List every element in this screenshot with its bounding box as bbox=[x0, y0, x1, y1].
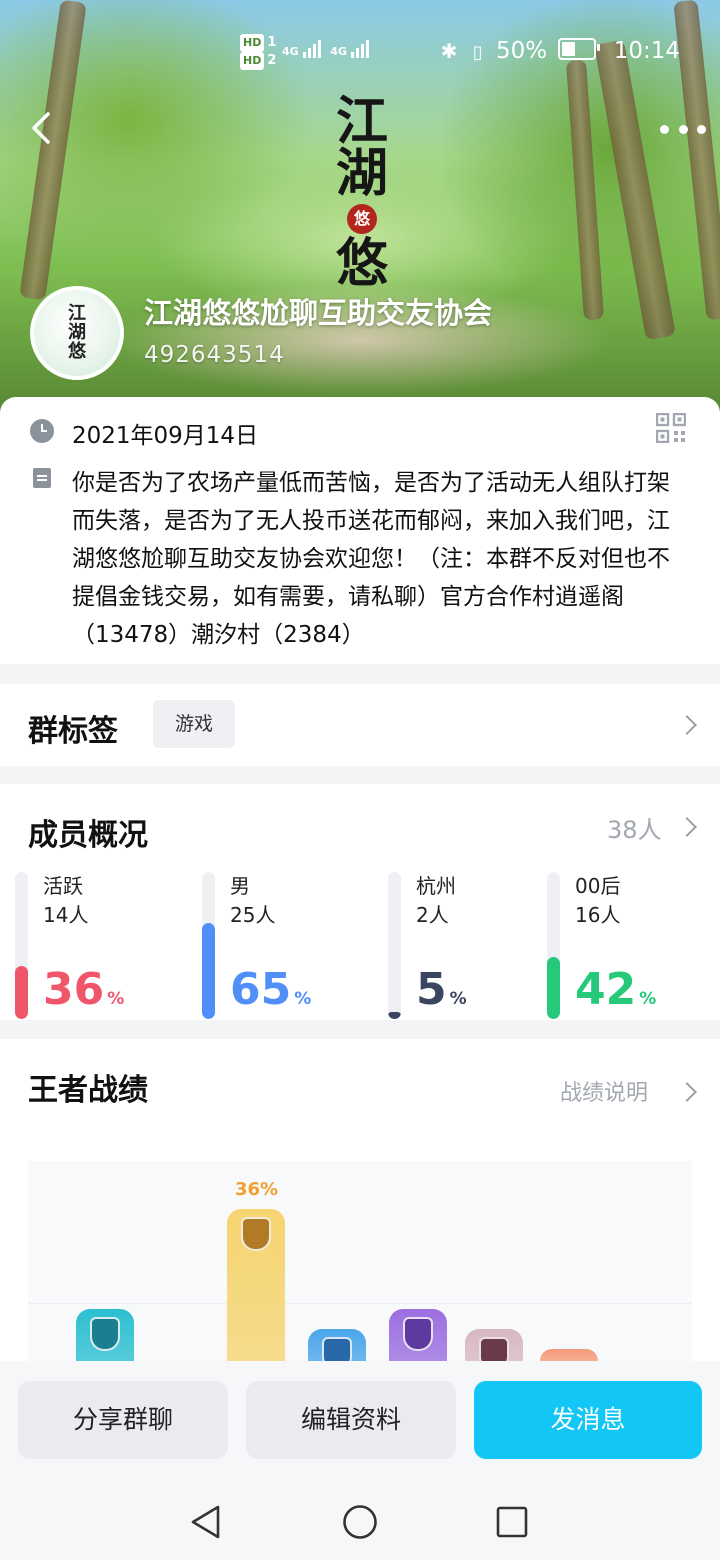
more-options-button[interactable] bbox=[660, 112, 706, 146]
rank-emblem-icon bbox=[322, 1337, 352, 1361]
vibrate-icon: ▯ bbox=[472, 42, 483, 63]
battery-percent: 50% bbox=[495, 38, 548, 64]
square-recents-icon bbox=[496, 1506, 528, 1538]
clock-time: 10:14 bbox=[613, 38, 680, 64]
rank-bar bbox=[227, 1209, 285, 1361]
members-total-link[interactable]: 38人 bbox=[596, 806, 706, 846]
stat-bar-fill bbox=[388, 1011, 401, 1019]
created-date: 2021年09月14日 bbox=[72, 423, 259, 449]
status-bar: HD 1 HD 2 4G 4G ✱ ▯ 50% 10:14 bbox=[0, 30, 720, 78]
chevron-right-icon bbox=[677, 817, 697, 837]
rank-bar bbox=[465, 1329, 523, 1361]
rank-emblem-icon bbox=[90, 1317, 120, 1351]
stat-active: 活跃 14人 36% bbox=[15, 872, 185, 1022]
tag-chip: 游戏 bbox=[153, 700, 235, 748]
send-message-button[interactable]: 发消息 bbox=[474, 1381, 702, 1459]
rank-bar bbox=[540, 1349, 598, 1361]
stat-location: 杭州 2人 5% bbox=[388, 872, 558, 1022]
battle-explain-link[interactable]: 战绩说明 bbox=[556, 1071, 706, 1111]
bottom-action-bar: 分享群聊 编辑资料 发消息 bbox=[0, 1361, 720, 1480]
signal-icon: 4G 4G bbox=[282, 40, 371, 58]
avatar-logo: 江湖悠 bbox=[68, 303, 86, 362]
rank-chart: 36% bbox=[28, 1161, 692, 1361]
members-total: 38人 bbox=[607, 816, 662, 844]
battle-title: 王者战绩 bbox=[28, 1073, 148, 1108]
chevron-right-icon bbox=[677, 715, 697, 735]
nav-home-button[interactable] bbox=[340, 1502, 380, 1542]
stat-bar-fill bbox=[202, 923, 215, 1019]
group-id: 492643514 bbox=[144, 342, 285, 368]
group-description: 你是否为了农场产量低而苦恼，是否为了活动无人组队打架而失落，是否为了无人投币送花… bbox=[72, 470, 670, 648]
group-name: 江湖悠悠尬聊互助交友协会 bbox=[144, 296, 493, 330]
stat-bar-fill bbox=[547, 957, 560, 1019]
nav-back-button[interactable] bbox=[186, 1502, 226, 1542]
rank-emblem-icon bbox=[241, 1217, 271, 1251]
sim-indicator: HD 1 HD 2 bbox=[240, 34, 276, 70]
more-dot-icon bbox=[660, 124, 669, 134]
clock-icon bbox=[30, 419, 54, 443]
qr-code-icon[interactable] bbox=[655, 412, 687, 444]
rank-emblem-icon bbox=[403, 1317, 433, 1351]
rank-bar bbox=[308, 1329, 366, 1361]
battle-explain-label: 战绩说明 bbox=[560, 1081, 649, 1106]
chevron-left-icon bbox=[32, 112, 50, 144]
rank-emblem-icon bbox=[479, 1337, 509, 1361]
group-avatar[interactable]: 江湖悠 bbox=[30, 286, 124, 380]
stat-bar-fill bbox=[15, 966, 28, 1019]
back-button[interactable] bbox=[24, 108, 64, 148]
group-logo: 江 湖 悠 悠 bbox=[335, 91, 388, 294]
document-icon bbox=[33, 468, 51, 488]
share-group-button[interactable]: 分享群聊 bbox=[18, 1381, 228, 1459]
rank-bar bbox=[76, 1309, 134, 1361]
rank-bar bbox=[389, 1309, 447, 1361]
chevron-right-icon bbox=[677, 1082, 697, 1102]
circle-home-icon bbox=[343, 1505, 377, 1539]
battery-icon bbox=[558, 38, 601, 60]
group-tags-row[interactable]: 群标签 游戏 bbox=[0, 684, 720, 766]
king-glory-stats-card: 王者战绩 战绩说明 36% bbox=[0, 1039, 720, 1361]
rank-top-percent: 36% bbox=[235, 1179, 279, 1200]
system-nav-bar bbox=[0, 1480, 720, 1560]
nav-recents-button[interactable] bbox=[492, 1502, 532, 1542]
members-title: 成员概况 bbox=[28, 818, 148, 853]
tags-title: 群标签 bbox=[28, 714, 118, 749]
triangle-back-icon bbox=[191, 1505, 220, 1539]
edit-profile-button[interactable]: 编辑资料 bbox=[246, 1381, 456, 1459]
bluetooth-icon: ✱ bbox=[440, 39, 458, 63]
stat-age: 00后 16人 42% bbox=[547, 872, 717, 1022]
member-overview-card: 成员概况 38人 活跃 14人 36% 男 25人 65% 杭州 2人 5% 0… bbox=[0, 784, 720, 1020]
stat-male: 男 25人 65% bbox=[202, 872, 372, 1022]
